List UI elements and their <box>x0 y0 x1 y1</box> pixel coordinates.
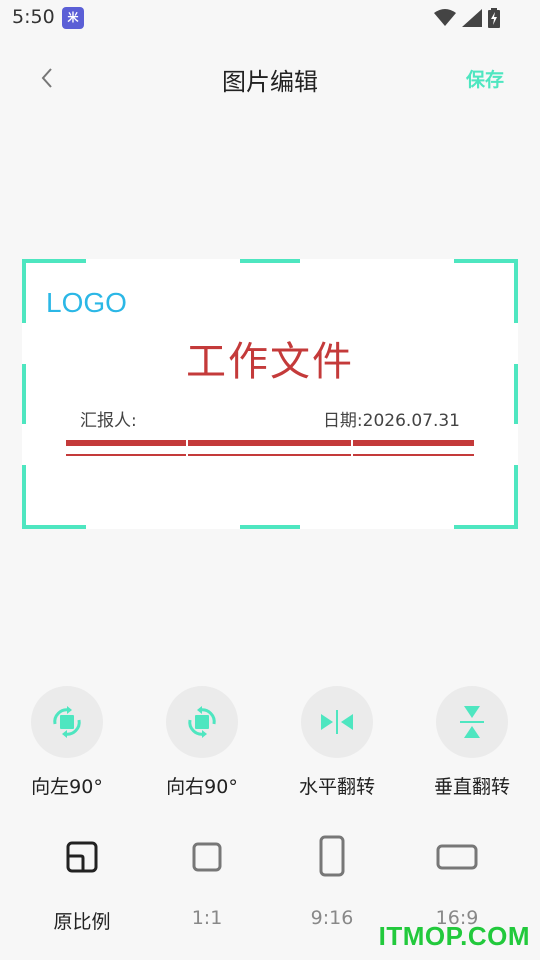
ratio-1-1-icon-wrap <box>142 833 272 879</box>
signal-icon <box>462 9 482 27</box>
rotate-left-label: 向左90° <box>31 776 103 798</box>
square-ratio-icon <box>192 842 222 872</box>
crop-handle-left[interactable] <box>22 364 26 424</box>
transform-toolbar: 向左90° 向右90° 水平翻转 垂直翻转 <box>0 686 540 799</box>
crop-handle-top-left[interactable] <box>22 259 86 323</box>
battery-charging-icon <box>488 8 500 28</box>
ratio-original-label: 原比例 <box>53 911 111 933</box>
rotate-right-circle <box>166 686 238 758</box>
ratio-16-9-button[interactable]: 16:9 <box>392 833 522 929</box>
ratio-9-16-button[interactable]: 9:16 <box>267 833 397 929</box>
ratio-original-icon-wrap <box>17 833 147 879</box>
ratio-1-1-button[interactable]: 1:1 <box>142 833 272 929</box>
page-title: 图片编辑 <box>222 68 318 96</box>
rotate-left-button[interactable]: 向左90° <box>2 686 132 799</box>
rotate-left-circle <box>31 686 103 758</box>
status-icons <box>434 7 500 29</box>
status-time: 5:50 <box>12 6 55 28</box>
rule-divider <box>351 437 353 459</box>
crop-handle-top-right[interactable] <box>454 259 518 323</box>
document-title: 工作文件 <box>186 339 354 385</box>
crop-canvas[interactable]: LOGO 工作文件 汇报人: 日期:2026.07.31 <box>22 259 518 529</box>
status-bar: 5:50 米 <box>0 0 540 36</box>
save-button[interactable]: 保存 <box>466 65 504 92</box>
crop-handle-top[interactable] <box>240 259 300 263</box>
document-rule-thick <box>66 440 474 446</box>
document-rule-thin <box>66 454 474 456</box>
flip-horizontal-button[interactable]: 水平翻转 <box>272 686 402 799</box>
landscape-ratio-icon <box>436 844 478 870</box>
app-notification-icon: 米 <box>62 7 84 29</box>
wifi-icon <box>434 9 456 26</box>
document-image: LOGO 工作文件 汇报人: 日期:2026.07.31 <box>22 259 518 529</box>
top-app-bar: 图片编辑 保存 <box>0 50 540 106</box>
crop-handle-bottom-left[interactable] <box>22 465 86 529</box>
rotate-right-label: 向右90° <box>166 776 238 798</box>
crop-handle-right[interactable] <box>514 364 518 424</box>
flip-vertical-circle <box>436 686 508 758</box>
ratio-16-9-icon-wrap <box>392 833 522 879</box>
flip-horizontal-circle <box>301 686 373 758</box>
reporter-label: 汇报人: <box>80 411 137 431</box>
portrait-ratio-icon <box>319 835 345 877</box>
crop-handle-bottom-right[interactable] <box>454 465 518 529</box>
ratio-9-16-label: 9:16 <box>310 907 354 929</box>
aspect-ratio-selector: 原比例 1:1 9:16 16:9 <box>0 833 540 933</box>
flip-vertical-icon <box>460 706 484 738</box>
flip-horizontal-label: 水平翻转 <box>298 776 375 798</box>
flip-horizontal-icon <box>321 710 353 734</box>
rotate-right-button[interactable]: 向右90° <box>137 686 267 799</box>
rotate-right-icon <box>188 706 216 738</box>
date-label: 日期:2026.07.31 <box>322 411 460 431</box>
site-watermark: ITMOP.COM <box>378 921 530 951</box>
ratio-1-1-label: 1:1 <box>191 907 223 929</box>
ratio-original-button[interactable]: 原比例 <box>17 833 147 934</box>
original-ratio-icon <box>66 841 98 873</box>
flip-vertical-button[interactable]: 垂直翻转 <box>407 686 537 799</box>
rule-divider <box>186 437 188 459</box>
ratio-9-16-icon-wrap <box>267 833 397 879</box>
rotate-left-icon <box>53 706 81 738</box>
crop-handle-bottom[interactable] <box>240 525 300 529</box>
flip-vertical-label: 垂直翻转 <box>433 776 510 798</box>
